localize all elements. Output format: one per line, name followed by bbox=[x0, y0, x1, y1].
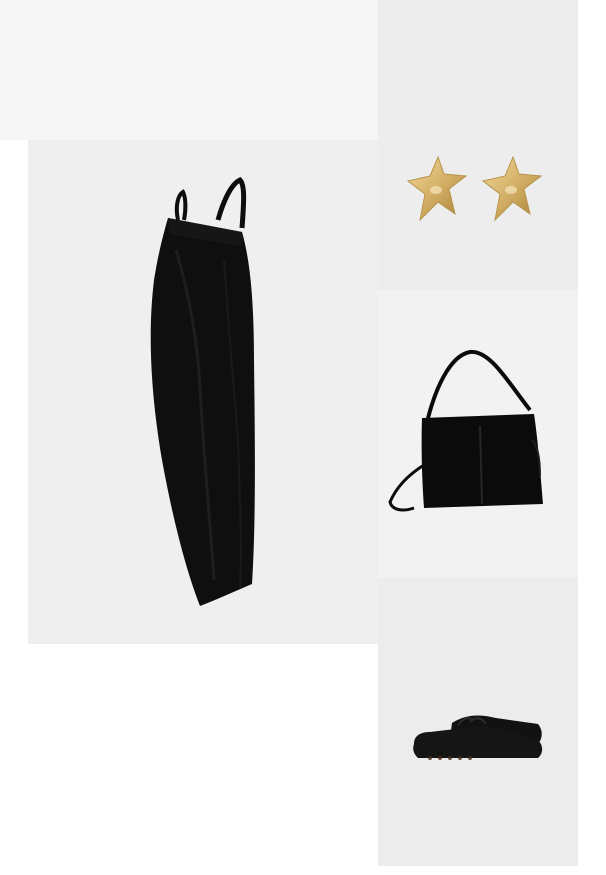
black-suede-shoulder-bag-image bbox=[388, 349, 543, 512]
background-panel bbox=[0, 0, 378, 140]
product-tile-shoes[interactable] bbox=[378, 578, 578, 866]
product-tile-bag[interactable] bbox=[378, 290, 578, 578]
black-leather-loafers-image bbox=[413, 715, 543, 760]
product-tile-earrings[interactable] bbox=[378, 0, 578, 290]
product-tile-dress[interactable] bbox=[28, 140, 378, 644]
black-slip-dress-image bbox=[150, 177, 255, 606]
outfit-board bbox=[0, 0, 606, 875]
gold-star-earrings-image bbox=[406, 155, 543, 222]
